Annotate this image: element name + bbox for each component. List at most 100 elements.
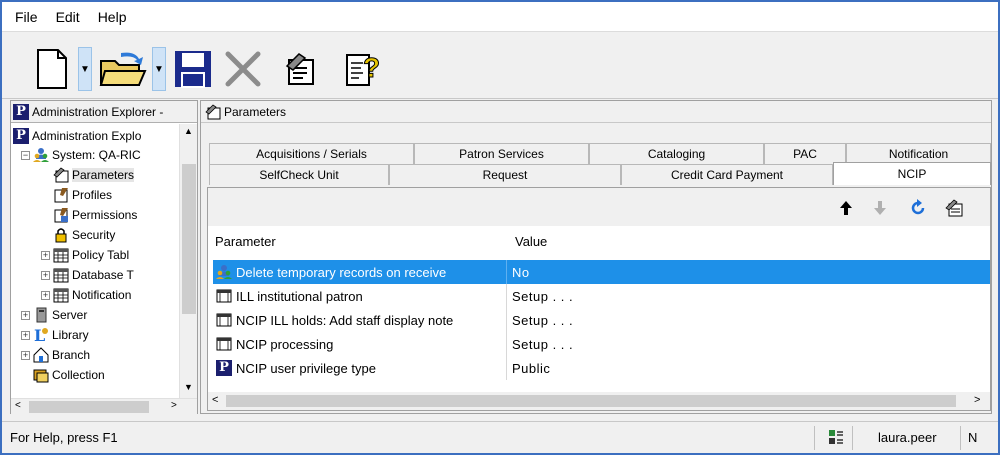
menu-file[interactable]: File	[12, 7, 41, 27]
expand-toggle[interactable]: +	[41, 291, 50, 300]
expand-toggle[interactable]: +	[21, 311, 30, 320]
table-row[interactable]: NCIP ILL holds: Add staff display note S…	[213, 308, 990, 332]
table-icon	[53, 267, 69, 283]
save-icon[interactable]	[170, 47, 216, 91]
tree-item-branch[interactable]: Branch	[33, 345, 90, 365]
tree-item-server[interactable]: Server	[33, 305, 87, 325]
users-icon	[33, 147, 49, 163]
tree-item-policy-tables[interactable]: Policy Tabl	[53, 245, 129, 265]
panel-title: Parameters	[224, 104, 287, 119]
polaris-icon: P	[13, 103, 29, 120]
tree-item-notification[interactable]: Notification	[53, 285, 131, 305]
tree-item-label: Server	[52, 308, 88, 322]
tree-item-label: Branch	[52, 348, 91, 362]
status-bar: For Help, press F1 laura.peer N	[2, 421, 998, 453]
tab-cataloging[interactable]: Cataloging	[589, 143, 764, 164]
properties-icon[interactable]	[278, 47, 322, 91]
scroll-left-icon[interactable]: <	[212, 394, 218, 406]
scroll-thumb[interactable]	[182, 164, 196, 314]
tree-item-permissions[interactable]: Permissions	[53, 205, 137, 225]
tab-acquisitions-serials[interactable]: Acquisitions / Serials	[209, 143, 414, 164]
status-help-text: For Help, press F1	[10, 429, 118, 445]
table-icon	[215, 288, 233, 304]
status-extra: N	[968, 429, 978, 445]
scroll-right-icon[interactable]: >	[171, 400, 177, 411]
scroll-thumb[interactable]	[29, 401, 149, 413]
parameters-icon	[53, 167, 69, 183]
status-divider	[814, 426, 815, 450]
tree-item-profiles[interactable]: Profiles	[53, 185, 112, 205]
tree-item-label: Profiles	[72, 188, 113, 202]
properties-icon[interactable]	[944, 198, 964, 218]
tree-item-label: Security	[72, 228, 116, 242]
tab-credit-card-payment[interactable]: Credit Card Payment	[621, 164, 833, 185]
parameter-name: Delete temporary records on receive	[236, 264, 447, 280]
expand-toggle[interactable]: +	[21, 351, 30, 360]
open-folder-icon[interactable]	[98, 47, 148, 91]
tree-item-label: Notification	[72, 288, 132, 302]
tree-item-database-tables[interactable]: Database T	[53, 265, 134, 285]
explorer-vertical-scrollbar[interactable]: ▲ ▼	[179, 124, 197, 398]
tree-item-label: Policy Tabl	[72, 248, 130, 262]
column-header-parameter[interactable]: Parameter	[215, 234, 276, 249]
tree-item-label: System: QA-RIC	[52, 148, 141, 162]
tab-selfcheck-unit[interactable]: SelfCheck Unit	[209, 164, 389, 185]
table-row[interactable]: Delete temporary records on receive No	[213, 260, 990, 284]
tree-item-parameters[interactable]: Parameters	[53, 165, 135, 185]
tree-item-collection[interactable]: Collection	[33, 365, 105, 385]
tree-item-security[interactable]: Security	[53, 225, 115, 245]
tree-item-library[interactable]: L Library	[33, 325, 89, 345]
panel-header: Parameters	[201, 101, 991, 123]
administration-explorer-pane: P Administration Explorer - P Administra…	[10, 100, 198, 414]
tab-notification[interactable]: Notification	[846, 143, 991, 164]
parameter-value[interactable]: Setup . . .	[506, 284, 573, 308]
menu-help[interactable]: Help	[95, 7, 130, 27]
tree-item-system[interactable]: System: QA-RIC	[33, 145, 141, 165]
table-row[interactable]: ILL institutional patron Setup . . .	[213, 284, 990, 308]
open-dropdown-button[interactable]: ▼	[152, 47, 166, 91]
scroll-thumb[interactable]	[226, 395, 956, 407]
main-window: File Edit Help ▼ ▼ ? P Administration Ex…	[0, 0, 1000, 455]
scroll-down-icon[interactable]: ▼	[184, 382, 193, 392]
expand-toggle[interactable]: +	[41, 271, 50, 280]
polaris-icon: P	[215, 360, 233, 376]
ncip-tab-content: Parameter Value Delete temporary records…	[207, 187, 991, 411]
scroll-right-icon[interactable]: >	[974, 394, 980, 406]
library-icon: L	[33, 327, 49, 343]
scroll-up-icon[interactable]: ▲	[184, 126, 193, 136]
parameter-value[interactable]: Setup . . .	[506, 308, 573, 332]
parameter-name: NCIP ILL holds: Add staff display note	[236, 312, 454, 328]
refresh-icon[interactable]	[908, 198, 928, 218]
parameter-value[interactable]: No	[506, 260, 530, 284]
user-status-icon	[828, 422, 844, 452]
delete-icon[interactable]	[220, 47, 266, 91]
status-divider	[960, 426, 961, 450]
tab-patron-services[interactable]: Patron Services	[414, 143, 589, 164]
menu-edit[interactable]: Edit	[53, 7, 83, 27]
server-icon	[33, 307, 49, 323]
explorer-horizontal-scrollbar[interactable]: < >	[11, 398, 197, 414]
column-header-value[interactable]: Value	[515, 234, 547, 249]
table-row[interactable]: P NCIP user privilege type Public	[213, 356, 990, 380]
parameter-value[interactable]: Setup . . .	[506, 332, 573, 356]
explorer-header: P Administration Explorer -	[11, 101, 197, 123]
parameter-name: NCIP processing	[236, 336, 334, 352]
tab-pac[interactable]: PAC	[764, 143, 846, 164]
collapse-toggle[interactable]: −	[21, 151, 30, 160]
new-dropdown-button[interactable]: ▼	[78, 47, 92, 91]
tree-item-administration-explorer[interactable]: P Administration Explo	[13, 126, 141, 146]
grid-horizontal-scrollbar[interactable]: < >	[208, 392, 990, 410]
expand-toggle[interactable]: +	[21, 331, 30, 340]
move-up-icon[interactable]	[836, 198, 856, 218]
tab-request[interactable]: Request	[389, 164, 621, 185]
help-icon[interactable]: ?	[342, 47, 386, 91]
lock-icon	[53, 227, 69, 243]
move-down-icon[interactable]	[870, 198, 890, 218]
table-row[interactable]: NCIP processing Setup . . .	[213, 332, 990, 356]
parameter-value[interactable]: Public	[506, 356, 550, 380]
scroll-left-icon[interactable]: <	[15, 400, 21, 411]
expand-toggle[interactable]: +	[41, 251, 50, 260]
svg-text:?: ?	[363, 52, 380, 83]
tab-ncip[interactable]: NCIP	[833, 162, 991, 185]
new-document-icon[interactable]	[30, 47, 74, 91]
